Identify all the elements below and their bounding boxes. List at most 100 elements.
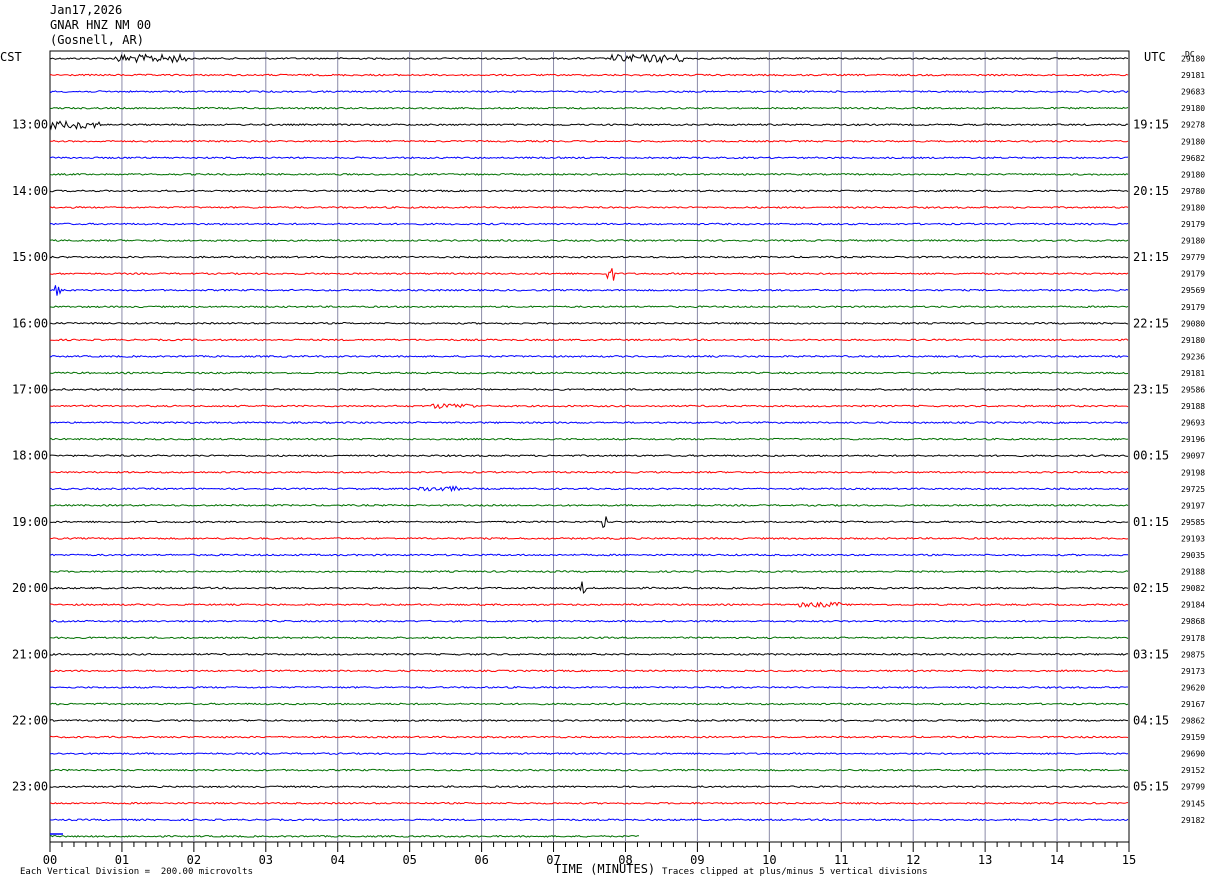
seismic-trace (49, 553, 1128, 557)
seismic-trace (49, 437, 1129, 441)
x-tick-label: 05 (402, 853, 416, 867)
left-hour-label: 23:00 (12, 780, 48, 794)
dc-value-label: 29181 (1181, 369, 1205, 378)
dc-value-label: 29278 (1181, 121, 1205, 130)
seismic-trace (49, 454, 1129, 458)
seismic-trace (49, 752, 1129, 756)
dc-value-label: 29179 (1181, 303, 1205, 312)
dc-value-label: 29180 (1181, 137, 1205, 146)
left-hour-label: 20:00 (12, 581, 48, 595)
seismic-trace (49, 119, 1129, 131)
dc-value-label: 29152 (1181, 766, 1205, 775)
right-hour-label: 01:15 (1133, 515, 1169, 529)
plot-frame (49, 50, 1130, 843)
x-tick-label: 01 (115, 853, 129, 867)
x-tick-label: 12 (906, 853, 920, 867)
x-tick-label: 15 (1122, 853, 1136, 867)
left-hour-label: 14:00 (12, 184, 48, 198)
dc-value-label: 29196 (1181, 435, 1205, 444)
seismic-trace (49, 581, 1129, 594)
dc-value-label: 29097 (1181, 452, 1205, 461)
seismic-trace (49, 485, 1129, 493)
dc-value-label: 29236 (1181, 352, 1205, 361)
seismic-trace (50, 403, 1129, 410)
seismic-trace (49, 636, 1129, 640)
seismic-trace (49, 354, 1129, 358)
seismic-trace (49, 268, 1129, 281)
dc-value-label: 29193 (1181, 534, 1205, 543)
dc-value-label: 29159 (1181, 733, 1205, 742)
dc-value-label: 29180 (1181, 336, 1205, 345)
seismic-trace (49, 503, 1129, 507)
seismic-trace (50, 139, 1129, 143)
left-hour-label: 13:00 (12, 118, 48, 132)
dc-value-label: 29179 (1181, 270, 1205, 279)
helicorder-plot: 00 01 02 03 04 05 06 07 08 09 10 11 12 13 14 1529180291… (12, 50, 1205, 867)
seismic-trace (49, 255, 1129, 259)
x-tick-label: 06 (474, 853, 488, 867)
left-hour-label: 19:00 (12, 515, 48, 529)
dc-value-label: 29035 (1181, 551, 1205, 560)
seismic-trace (49, 818, 1129, 822)
seismic-trace (49, 239, 1129, 242)
x-tick-label: 14 (1050, 853, 1064, 867)
seismic-trace (49, 321, 1129, 325)
seismic-trace (49, 338, 1129, 342)
seismic-trace (49, 90, 1129, 94)
x-tick-label: 10 (762, 853, 776, 867)
dc-value-label: 29620 (1181, 683, 1205, 692)
dc-value-label: 29683 (1181, 88, 1205, 97)
x-tick-label: 04 (331, 853, 345, 867)
seismic-trace (49, 421, 1129, 425)
right-hour-label: 23:15 (1133, 383, 1169, 397)
dc-value-label: 29682 (1181, 154, 1205, 163)
right-hour-label: 03:15 (1133, 647, 1169, 661)
seismic-trace (49, 73, 1129, 77)
seismic-trace (49, 801, 1129, 805)
seismic-trace (49, 388, 1129, 391)
seismic-trace (49, 685, 1128, 689)
right-hour-label: 04:15 (1133, 714, 1169, 728)
clip-note: Traces clipped at plus/minus 5 vertical … (662, 867, 928, 877)
seismic-trace (49, 371, 1129, 375)
right-hour-label: 05:15 (1133, 780, 1169, 794)
seismic-trace (49, 189, 1129, 193)
dc-value-label: 29181 (1181, 71, 1205, 80)
right-hour-label: 00:15 (1133, 449, 1169, 463)
seismic-trace (49, 669, 1129, 673)
seismic-trace (49, 619, 1129, 623)
right-hour-label: 02:15 (1133, 581, 1169, 595)
seismic-trace (49, 834, 640, 838)
dc-value-label: 29862 (1181, 717, 1205, 726)
x-tick-label: 02 (187, 853, 201, 867)
scale-note: Each Vertical Division = 200.00 microvol… (20, 867, 253, 877)
dc-value-label: 29184 (1181, 601, 1205, 610)
dc-value-label: 29586 (1181, 386, 1205, 395)
x-tick-label: 13 (978, 853, 992, 867)
dc-value-label: 29188 (1181, 568, 1205, 577)
dc-value-label: 29180 (1181, 104, 1205, 113)
dc-value-label: 29569 (1181, 286, 1205, 295)
right-hour-label: 22:15 (1133, 316, 1169, 330)
dc-value-label: 29173 (1181, 667, 1205, 676)
seismic-trace (49, 52, 1129, 64)
seismic-trace (49, 156, 1129, 160)
dc-value-label: 29180 (1181, 237, 1205, 246)
dc-value-label: 29779 (1181, 253, 1205, 262)
left-hour-label: 17:00 (12, 383, 48, 397)
seismic-trace (49, 601, 1129, 608)
right-hour-label: 19:15 (1133, 118, 1169, 132)
seismic-trace (49, 222, 1129, 226)
x-tick-label: 03 (259, 853, 273, 867)
dc-value-label: 29780 (1181, 187, 1205, 196)
dc-value-label: 29180 (1181, 203, 1205, 212)
seismic-trace (49, 536, 1129, 540)
dc-value-label: 29198 (1181, 468, 1205, 477)
seismic-trace (49, 172, 1129, 176)
seismic-trace (49, 570, 1129, 573)
dc-value-label: 29167 (1181, 700, 1205, 709)
x-tick-label: 11 (834, 853, 848, 867)
dc-value-label: 29182 (1181, 816, 1205, 825)
x-tick-label: 09 (690, 853, 704, 867)
seismic-trace (49, 735, 1129, 739)
